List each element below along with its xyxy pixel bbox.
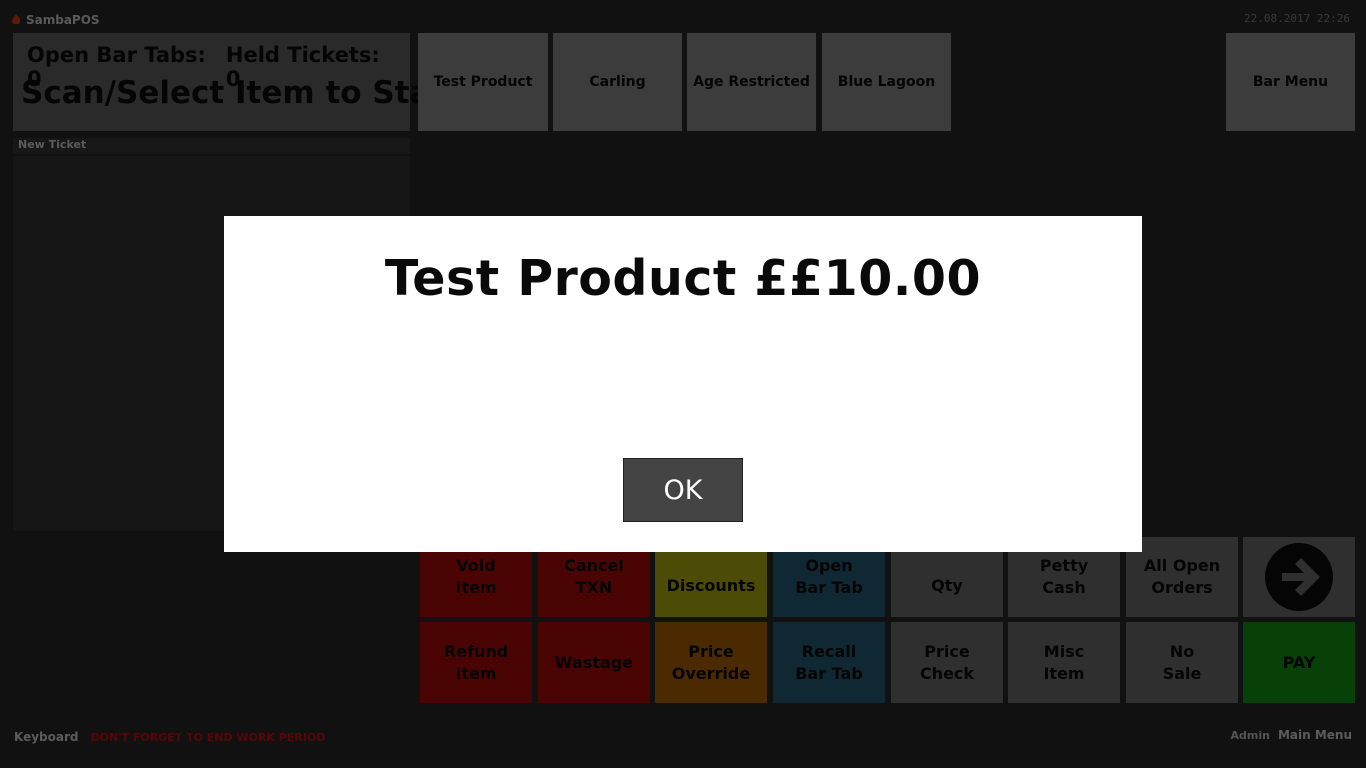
no-sale-button[interactable]: No Sale (1126, 622, 1238, 703)
work-period-warning: DON'T FORGET TO END WORK PERIOD (90, 730, 326, 744)
arrow-right-circle-icon (1265, 543, 1333, 611)
recall-bar-tab-button[interactable]: Recall Bar Tab (773, 622, 885, 703)
datetime: 22.08.2017 22:26 (1244, 12, 1350, 25)
scan-prompt: Scan/Select Item to Start (21, 75, 461, 111)
product-button-test-product[interactable]: Test Product (418, 33, 548, 131)
current-user: Admin (1230, 728, 1270, 742)
refund-item-button[interactable]: Refund Item (420, 622, 532, 703)
app-logo: SambaPOS (10, 10, 100, 30)
ok-button[interactable]: OK (623, 458, 743, 522)
product-button-age-restricted[interactable]: Age Restricted (687, 33, 816, 131)
flame-icon (11, 14, 21, 25)
dialog-message: Test Product ££10.00 (384, 250, 982, 307)
product-button-carling[interactable]: Carling (553, 33, 682, 131)
app-name: SambaPOS (26, 13, 100, 27)
keyboard-button[interactable]: Keyboard (14, 730, 79, 744)
footer-left: Keyboard DON'T FORGET TO END WORK PERIOD (14, 730, 325, 744)
wastage-button[interactable]: Wastage (538, 622, 650, 703)
ticket-info-panel: Open Bar Tabs: 0 Held Tickets: 0 Scan/Se… (13, 33, 461, 131)
new-ticket-label: New Ticket (13, 138, 410, 154)
product-price-dialog: Test Product ££10.00 OK (224, 216, 1142, 552)
main-menu-button[interactable]: Main Menu (1278, 728, 1352, 742)
bar-menu-button[interactable]: Bar Menu (1226, 33, 1355, 131)
price-override-button[interactable]: Price Override (655, 622, 767, 703)
all-open-orders-button[interactable]: All Open Orders (1126, 537, 1238, 617)
next-page-button[interactable] (1243, 537, 1355, 617)
footer-right: Admin Main Menu (1231, 728, 1353, 742)
misc-item-button[interactable]: Misc Item (1008, 622, 1120, 703)
price-check-button[interactable]: Price Check (891, 622, 1003, 703)
product-button-blue-lagoon[interactable]: Blue Lagoon (822, 33, 951, 131)
pay-button[interactable]: PAY (1243, 622, 1355, 703)
